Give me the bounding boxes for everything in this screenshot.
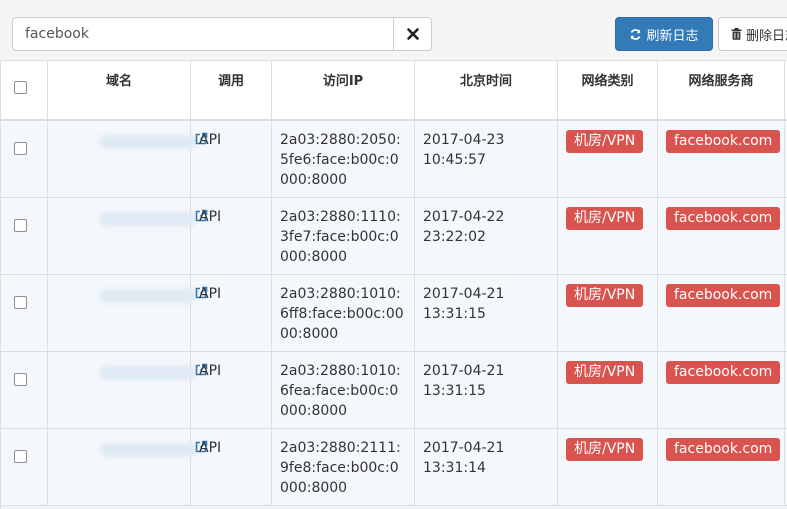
provider-badge: facebook.com xyxy=(666,361,781,384)
category-badge: 机房/VPN xyxy=(566,207,644,230)
category-badge: 机房/VPN xyxy=(566,438,644,461)
domain-cell xyxy=(48,121,208,197)
column-header-ip[interactable]: 访问IP xyxy=(272,61,415,119)
provider-badge: facebook.com xyxy=(666,207,781,230)
trash-icon xyxy=(731,28,742,40)
call-cell: API xyxy=(191,429,272,505)
refresh-log-label: 刷新日志 xyxy=(646,28,699,44)
delete-log-button[interactable]: 删除日志 xyxy=(718,17,787,51)
close-icon xyxy=(406,28,419,40)
category-cell: 机房/VPN xyxy=(558,198,658,274)
column-header-provider[interactable]: 网络服务商 xyxy=(658,61,785,119)
provider-cell: facebook.com xyxy=(658,429,785,505)
column-header-call[interactable]: 调用 xyxy=(191,61,272,119)
domain-cell xyxy=(48,198,208,274)
search-input[interactable] xyxy=(12,17,394,51)
refresh-icon xyxy=(630,28,642,40)
table-row: API 2a03:2880:2111:9fe8:face:b00c:0000:8… xyxy=(1,429,787,506)
provider-cell: facebook.com xyxy=(658,352,785,428)
table-row: API 2a03:2880:1110:3fe7:face:b00c:0000:8… xyxy=(1,198,787,275)
clear-search-button[interactable] xyxy=(393,17,432,51)
call-cell: API xyxy=(191,198,272,274)
call-cell: API xyxy=(191,275,272,351)
time-cell: 2017-04-21 13:31:15 xyxy=(415,352,558,428)
table-header: 域名 调用 访问IP 北京时间 网络类别 网络服务商 xyxy=(1,60,787,121)
ip-cell: 2a03:2880:2111:9fe8:face:b00c:0000:8000 xyxy=(272,429,415,505)
blurred-domain xyxy=(100,135,196,149)
category-cell: 机房/VPN xyxy=(558,121,658,197)
provider-badge: facebook.com xyxy=(666,284,781,307)
select-all-checkbox[interactable] xyxy=(14,81,27,94)
time-cell: 2017-04-23 10:45:57 xyxy=(415,121,558,197)
time-cell: 2017-04-22 23:22:02 xyxy=(415,198,558,274)
ip-cell: 2a03:2880:1110:3fe7:face:b00c:0000:8000 xyxy=(272,198,415,274)
category-cell: 机房/VPN xyxy=(558,429,658,505)
ip-cell: 2a03:2880:1010:6fea:face:b00c:0000:8000 xyxy=(272,352,415,428)
row-checkbox[interactable] xyxy=(14,373,27,386)
blurred-domain xyxy=(100,366,196,380)
blurred-domain xyxy=(100,212,196,226)
row-checkbox[interactable] xyxy=(14,450,27,463)
column-header-category[interactable]: 网络类别 xyxy=(558,61,658,119)
row-select-cell xyxy=(1,429,48,505)
category-badge: 机房/VPN xyxy=(566,361,644,384)
domain-cell xyxy=(48,352,208,428)
provider-badge: facebook.com xyxy=(666,130,781,153)
blurred-domain xyxy=(100,443,196,457)
category-badge: 机房/VPN xyxy=(566,130,644,153)
blurred-domain xyxy=(100,289,196,303)
row-select-cell xyxy=(1,352,48,428)
table-row: API 2a03:2880:2050:5fe6:face:b00c:0000:8… xyxy=(1,121,787,198)
category-cell: 机房/VPN xyxy=(558,275,658,351)
call-cell: API xyxy=(191,352,272,428)
category-badge: 机房/VPN xyxy=(566,284,644,307)
time-cell: 2017-04-21 13:31:15 xyxy=(415,275,558,351)
row-select-cell xyxy=(1,275,48,351)
row-select-cell xyxy=(1,121,48,197)
call-cell: API xyxy=(191,121,272,197)
time-cell: 2017-04-21 13:31:14 xyxy=(415,429,558,505)
table-row: API 2a03:2880:1010:6ff8:face:b00c:0000:8… xyxy=(1,275,787,352)
table-row: API 2a03:2880:1010:6fea:face:b00c:0000:8… xyxy=(1,352,787,429)
delete-log-label: 删除日志 xyxy=(746,28,787,44)
toolbar: 刷新日志 删除日志 xyxy=(0,0,787,60)
row-checkbox[interactable] xyxy=(14,296,27,309)
column-header-time[interactable]: 北京时间 xyxy=(415,61,558,119)
log-table: 域名 调用 访问IP 北京时间 网络类别 网络服务商 API 2a03:2880… xyxy=(0,60,787,509)
row-select-cell xyxy=(1,198,48,274)
select-all-cell xyxy=(1,61,48,119)
domain-cell xyxy=(48,429,208,505)
provider-cell: facebook.com xyxy=(658,275,785,351)
domain-cell xyxy=(48,275,208,351)
row-checkbox[interactable] xyxy=(14,142,27,155)
refresh-log-button[interactable]: 刷新日志 xyxy=(615,17,713,51)
row-checkbox[interactable] xyxy=(14,219,27,232)
ip-cell: 2a03:2880:2050:5fe6:face:b00c:0000:8000 xyxy=(272,121,415,197)
provider-cell: facebook.com xyxy=(658,121,785,197)
category-cell: 机房/VPN xyxy=(558,352,658,428)
column-header-domain[interactable]: 域名 xyxy=(48,61,191,119)
provider-badge: facebook.com xyxy=(666,438,781,461)
ip-cell: 2a03:2880:1010:6ff8:face:b00c:0000:8000 xyxy=(272,275,415,351)
provider-cell: facebook.com xyxy=(658,198,785,274)
